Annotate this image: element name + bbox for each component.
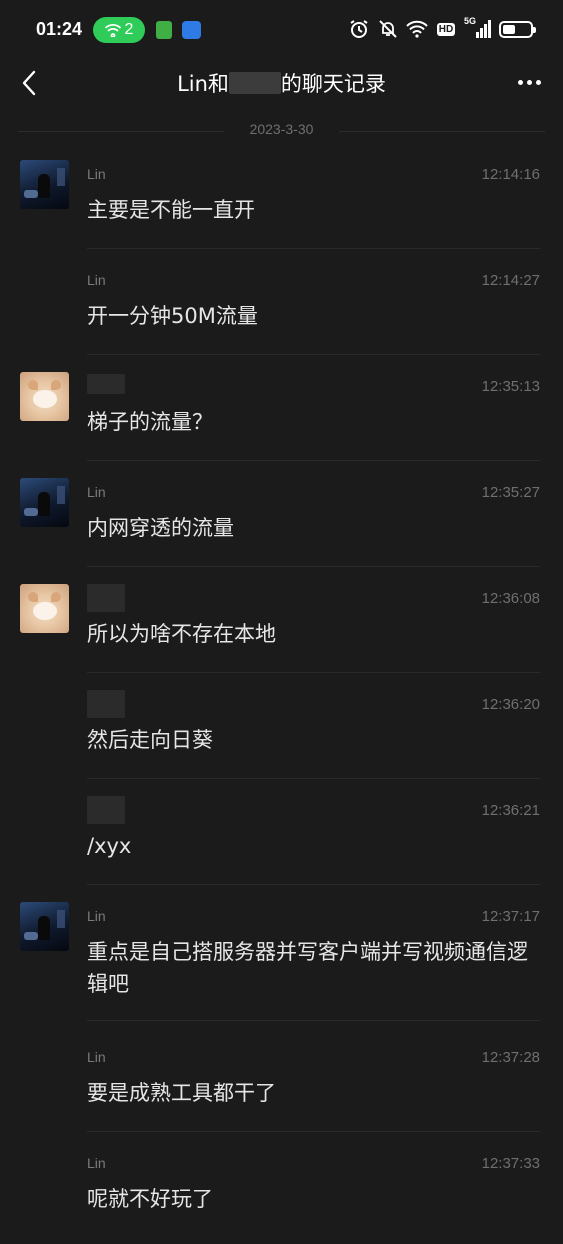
title-suffix: 的聊天记录	[280, 72, 386, 96]
avatar[interactable]	[20, 160, 69, 209]
divider	[87, 1131, 540, 1132]
avatar[interactable]	[20, 478, 69, 527]
mute-icon	[377, 18, 399, 40]
status-icons: HD 5G	[348, 16, 536, 40]
message-text[interactable]: 内网穿透的流量	[87, 512, 533, 544]
battery-icon	[499, 20, 536, 38]
message-time: 12:14:16	[481, 166, 540, 183]
alarm-icon	[348, 18, 370, 40]
network-label: 5G	[464, 16, 477, 26]
divider	[87, 778, 540, 779]
more-dot-icon	[517, 79, 523, 85]
message-time: 12:36:08	[481, 590, 540, 607]
message-text[interactable]: 重点是自己搭服务器并写客户端并写视频通信逻辑吧	[87, 936, 533, 1000]
redacted-name	[228, 72, 281, 94]
divider	[87, 1020, 540, 1021]
avatar[interactable]	[20, 584, 69, 633]
sender-name: Lin	[87, 272, 106, 288]
message-time: 12:35:13	[481, 378, 540, 395]
title-prefix: Lin和	[177, 72, 229, 96]
message-time: 12:37:33	[481, 1155, 540, 1172]
message-time: 12:36:21	[481, 802, 540, 819]
message-text[interactable]: /xyx	[87, 830, 533, 862]
message-text[interactable]: 所以为啥不存在本地	[87, 618, 533, 650]
sender-name: Lin	[87, 1049, 106, 1065]
hotspot-icon	[104, 24, 121, 37]
divider	[87, 566, 540, 567]
more-button[interactable]	[513, 68, 545, 96]
app-icon	[156, 21, 172, 39]
message-time: 12:37:28	[481, 1049, 540, 1066]
message-text[interactable]: 要是成熟工具都干了	[87, 1077, 533, 1109]
avatar[interactable]	[20, 902, 69, 951]
message-text[interactable]: 开一分钟50M流量	[87, 300, 533, 332]
message-text[interactable]: 梯子的流量？	[87, 406, 533, 438]
divider	[87, 460, 540, 461]
message-text[interactable]: 呢就不好玩了	[87, 1183, 533, 1215]
divider	[87, 354, 540, 355]
hotspot-pill[interactable]: 2	[93, 17, 145, 43]
divider	[339, 131, 545, 132]
redacted-sender	[87, 584, 125, 612]
date-separator: 2023-3-30	[18, 121, 545, 141]
divider	[87, 248, 540, 249]
sender-name: Lin	[87, 484, 106, 500]
sender-name: Lin	[87, 1155, 106, 1171]
divider	[87, 672, 540, 673]
more-dot-icon	[526, 79, 532, 85]
message-time: 12:36:20	[481, 696, 540, 713]
message-time: 12:14:27	[481, 272, 540, 289]
message-text[interactable]: 然后走向日葵	[87, 724, 533, 756]
more-dot-icon	[535, 79, 541, 85]
sender-name: Lin	[87, 166, 106, 182]
title-bar: Lin和 的聊天记录	[0, 58, 563, 108]
avatar[interactable]	[20, 372, 69, 421]
status-bar: 01:24 2 HD 5G	[0, 0, 563, 60]
app-icon	[182, 21, 201, 39]
page-title: Lin和 的聊天记录	[0, 68, 563, 98]
status-time: 01:24	[36, 19, 83, 39]
signal-icon: 5G	[464, 16, 492, 40]
redacted-sender	[87, 374, 125, 394]
wifi-icon	[406, 18, 428, 40]
message-time: 12:35:27	[481, 484, 540, 501]
hotspot-count: 2	[124, 21, 134, 38]
redacted-sender	[87, 690, 125, 718]
redacted-sender	[87, 796, 125, 824]
message-time: 12:37:17	[481, 908, 540, 925]
message-text[interactable]: 主要是不能一直开	[87, 194, 533, 226]
divider	[87, 884, 540, 885]
sender-name: Lin	[87, 908, 106, 924]
date-label: 2023-3-30	[249, 121, 314, 137]
hd-icon: HD	[436, 22, 456, 36]
